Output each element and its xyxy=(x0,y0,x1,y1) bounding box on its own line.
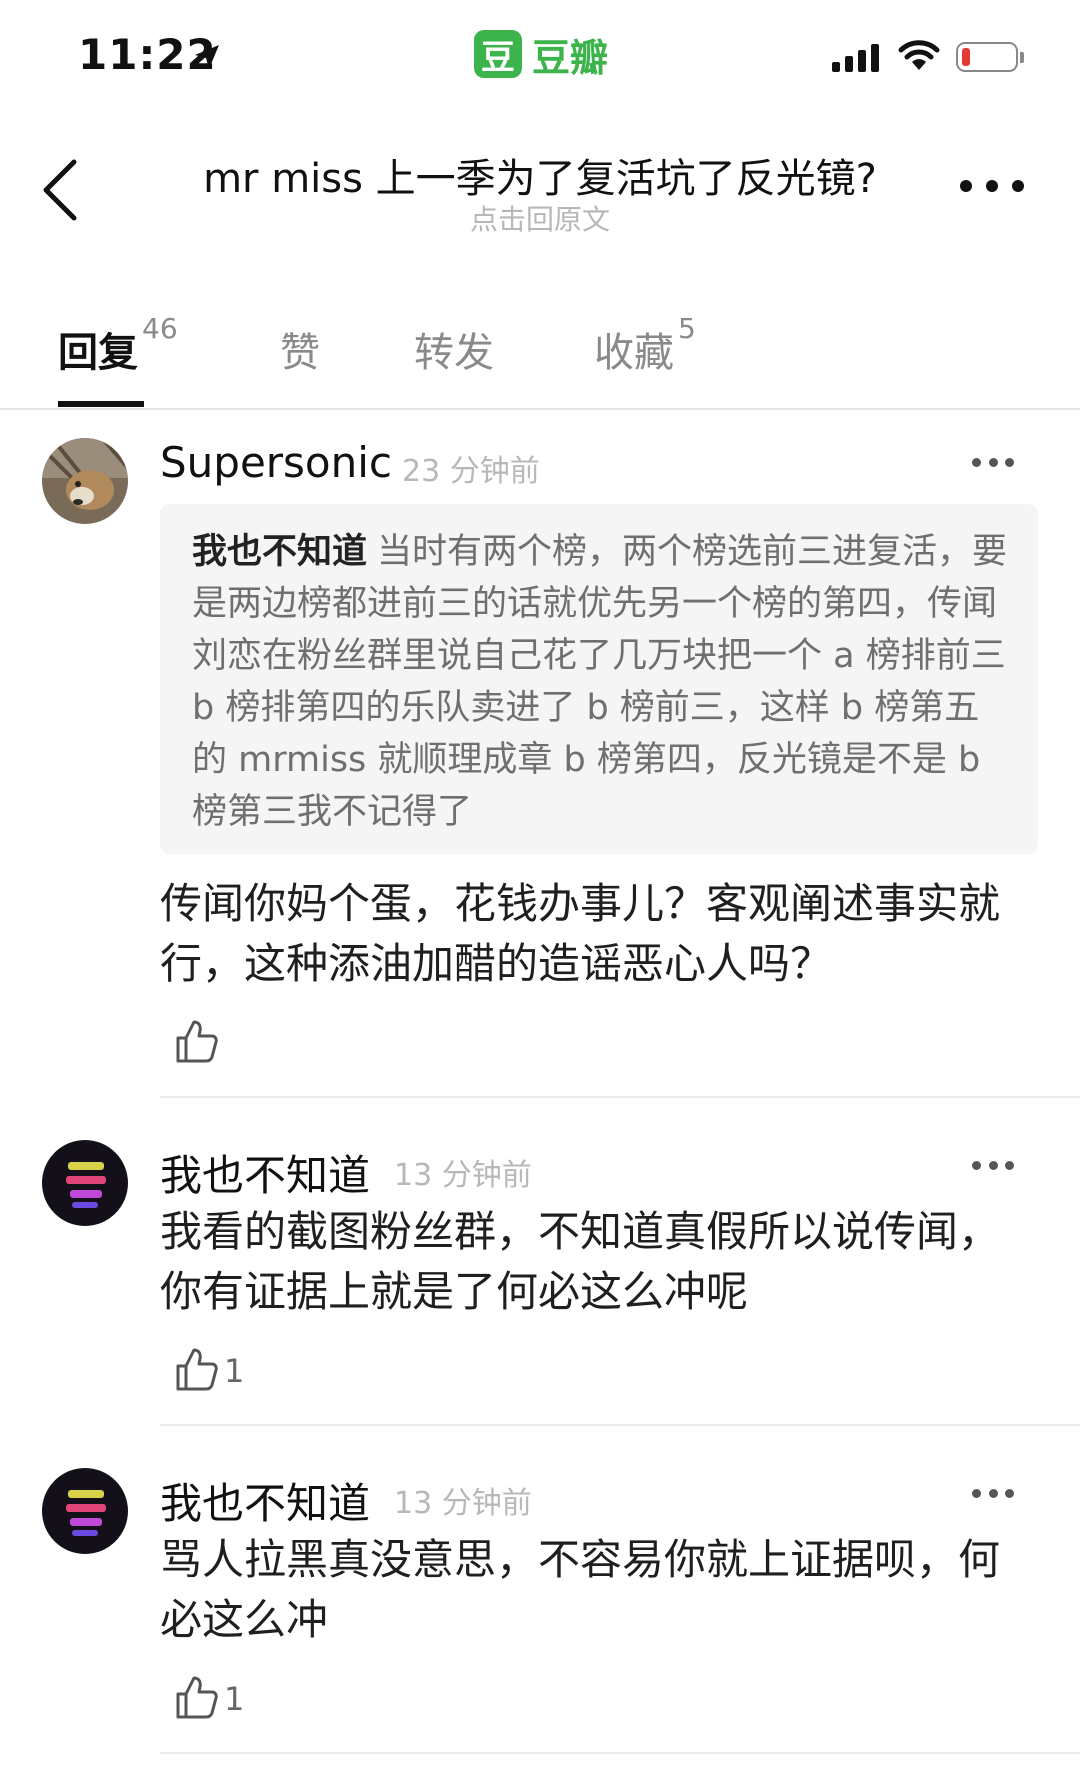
more-options-icon[interactable] xyxy=(960,178,1024,194)
like-count: 1 xyxy=(224,1680,245,1718)
animal-photo-avatar xyxy=(42,438,128,524)
comment-text: 我看的截图粉丝群，不知道真假所以说传闻，你有证据上就是了何必这么冲呢 xyxy=(160,1207,1001,1316)
douban-logo-icon: 豆 xyxy=(474,30,522,78)
quoted-author: 我也不知道 xyxy=(192,532,368,572)
quoted-text: 当时有两个榜，两个榜选前三进复活，要是两边榜都进前三的话就优先另一个榜的第四，传… xyxy=(192,532,1008,832)
thumbs-up-icon[interactable] xyxy=(174,1674,218,1720)
like-count: 1 xyxy=(224,1352,245,1390)
thumbs-up-icon[interactable] xyxy=(174,1346,218,1392)
cellular-signal-icon xyxy=(832,44,879,72)
comment-time: 13 分钟前 xyxy=(394,1486,532,1521)
divider xyxy=(160,1096,1080,1098)
neon-sign-avatar xyxy=(42,1468,128,1554)
location-arrow-icon xyxy=(195,45,219,69)
neon-sign-avatar xyxy=(42,1140,128,1226)
wifi-icon xyxy=(898,40,940,70)
comment-text: 骂人拉黑真没意思，不容易你就上证据呗，何必这么冲 xyxy=(160,1535,1001,1644)
quoted-reply: 我也不知道 当时有两个榜，两个榜选前三进复活，要是两边榜都进前三的话就优先另一个榜… xyxy=(160,504,1038,854)
divider xyxy=(0,408,1080,410)
battery-level xyxy=(962,48,970,66)
tab-likes[interactable]: 赞 xyxy=(280,320,320,378)
app-brand: 豆 豆瓣 xyxy=(474,28,608,80)
comment-more-icon[interactable] xyxy=(972,1160,1014,1170)
avatar[interactable] xyxy=(42,1140,128,1226)
tab-replies[interactable]: 回复46 xyxy=(58,312,178,378)
avatar[interactable] xyxy=(42,438,128,524)
comment-more-icon[interactable] xyxy=(972,457,1014,467)
app-name: 豆瓣 xyxy=(532,35,609,80)
avatar[interactable] xyxy=(42,1468,128,1554)
comment-time: 23 分钟前 xyxy=(402,454,540,489)
comment-author[interactable]: Supersonic xyxy=(160,438,392,487)
comment-text: 传闻你妈个蛋，花钱办事儿？客观阐述事实就行，这种添油加醋的造谣恶心人吗？ xyxy=(160,879,1001,988)
back-to-original-link[interactable]: 点击回原文 xyxy=(170,198,910,238)
battery-icon xyxy=(956,42,1018,72)
tab-favorites[interactable]: 收藏5 xyxy=(594,312,696,378)
divider xyxy=(160,1424,1080,1426)
thumbs-up-icon[interactable] xyxy=(174,1018,218,1064)
page-title[interactable]: mr miss 上一季为了复活坑了反光镜? xyxy=(170,146,910,204)
tab-reposts[interactable]: 转发 xyxy=(414,320,494,378)
comment-author[interactable]: 我也不知道 xyxy=(160,1142,370,1203)
comment-author[interactable]: 我也不知道 xyxy=(160,1470,370,1531)
comment-more-icon[interactable] xyxy=(972,1488,1014,1498)
battery-nub xyxy=(1020,52,1024,63)
active-tab-indicator xyxy=(58,401,144,407)
comment-time: 13 分钟前 xyxy=(394,1158,532,1193)
divider xyxy=(160,1752,1080,1754)
back-arrow-icon[interactable] xyxy=(40,158,80,222)
